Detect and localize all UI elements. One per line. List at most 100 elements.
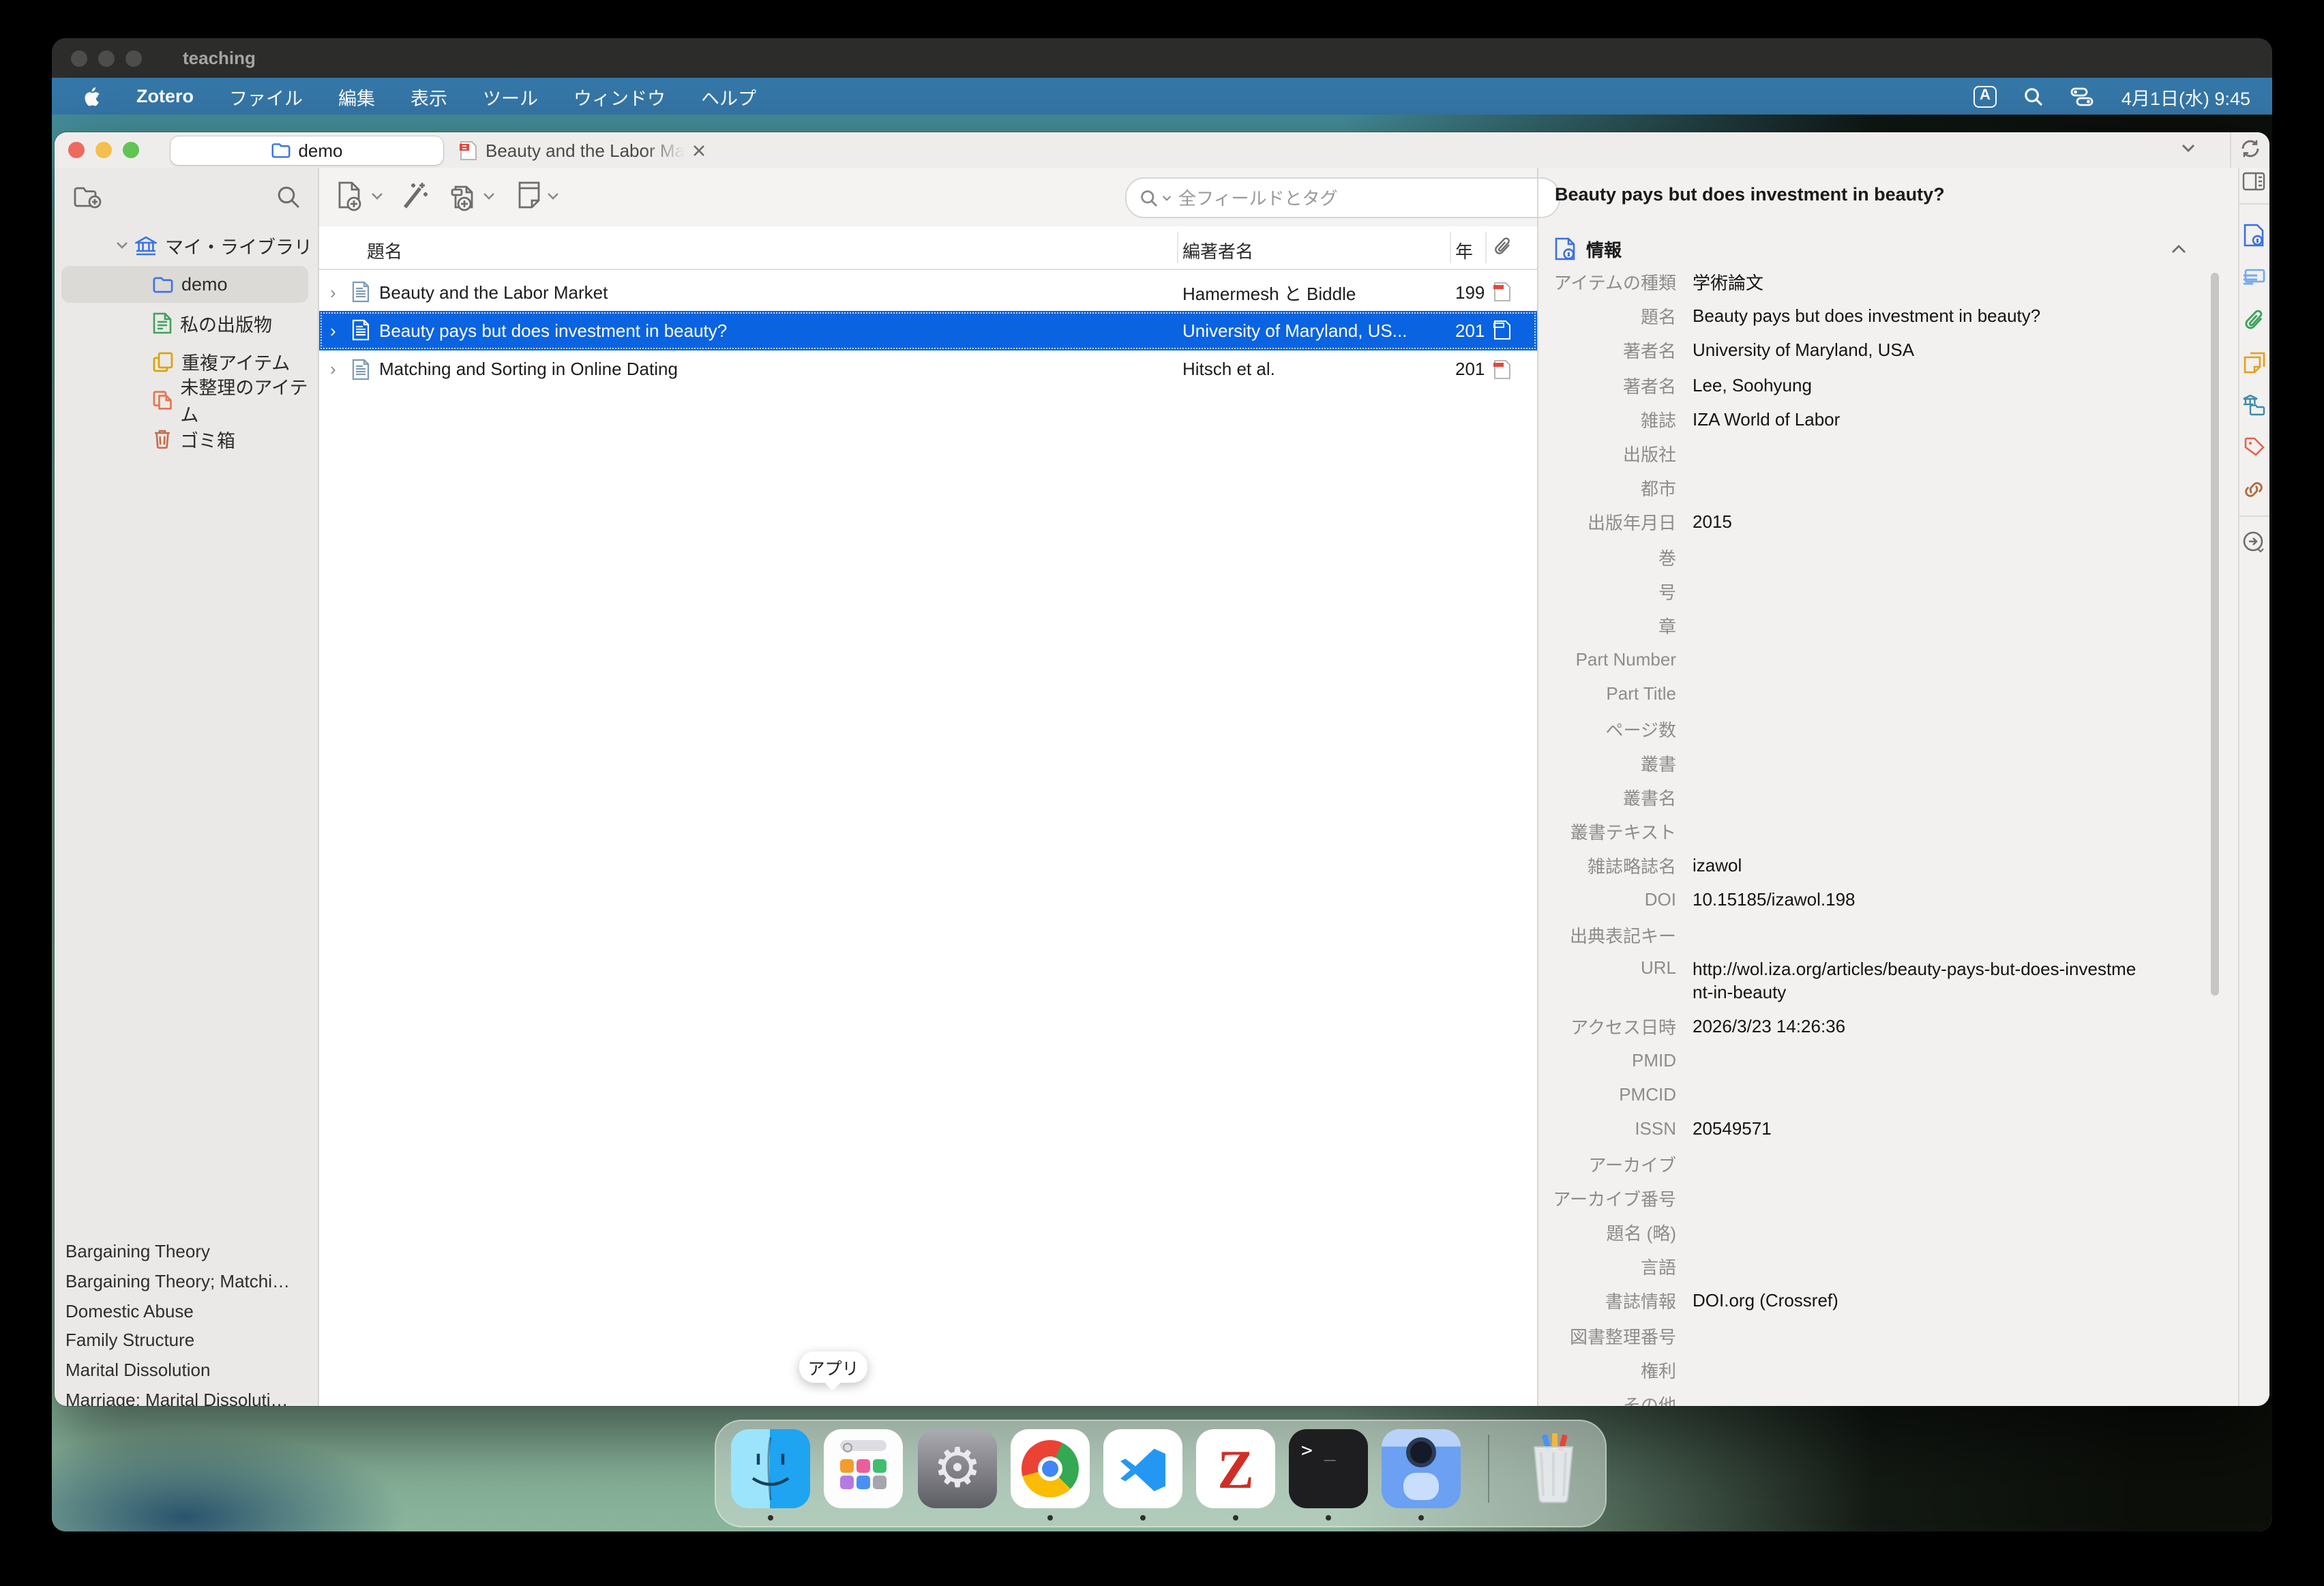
field-row[interactable]: 言語 xyxy=(1538,1249,2204,1283)
input-source-indicator[interactable]: A xyxy=(1973,85,1997,107)
control-center-icon[interactable] xyxy=(2071,87,2094,106)
tag-item[interactable]: Marital Dissolution xyxy=(65,1356,311,1385)
rail-related-icon[interactable] xyxy=(2238,473,2269,506)
tag-item[interactable]: Bargaining Theory xyxy=(65,1237,311,1266)
close-button[interactable] xyxy=(68,142,85,158)
field-row[interactable]: 著者名University of Maryland, USA xyxy=(1538,333,2204,368)
menu-view[interactable]: 表示 xyxy=(411,83,447,110)
field-row[interactable]: 権利 xyxy=(1538,1352,2204,1386)
field-row[interactable]: 出典表記キー xyxy=(1538,917,2204,951)
expand-chevron-icon[interactable]: › xyxy=(330,320,336,341)
rail-locate-icon[interactable] xyxy=(2238,525,2269,558)
menu-app-zotero[interactable]: Zotero xyxy=(136,86,194,106)
item-row-selected[interactable]: › Beauty pays but does investment in bea… xyxy=(319,312,1537,350)
column-creator[interactable]: 編著者名 xyxy=(1182,237,1253,263)
info-section-header[interactable]: 情報 xyxy=(1538,230,2238,266)
add-attachment-chevron[interactable] xyxy=(481,187,495,206)
dock-trash-icon[interactable] xyxy=(1514,1429,1593,1508)
field-row[interactable]: アーカイブ xyxy=(1538,1146,2204,1180)
dock-zotero-icon[interactable]: Z xyxy=(1196,1429,1275,1508)
field-row[interactable]: 出版社 xyxy=(1538,436,2204,470)
zoom-button[interactable] xyxy=(123,142,139,158)
column-divider[interactable] xyxy=(1485,232,1487,263)
field-row[interactable]: 出版年月日2015 xyxy=(1538,505,2204,539)
rail-attachments-icon[interactable] xyxy=(2238,303,2269,335)
field-row[interactable]: 雑誌IZA World of Labor xyxy=(1538,402,2204,436)
sidebar-item-my-publications[interactable]: 私の出版物 xyxy=(55,303,318,342)
dock-terminal-icon[interactable]: > _ xyxy=(1289,1429,1368,1508)
menu-window[interactable]: ウィンドウ xyxy=(573,83,666,110)
dock-system-settings-icon[interactable]: ⚙ xyxy=(918,1429,997,1508)
column-year[interactable]: 年 xyxy=(1455,237,1473,263)
sidebar-item-unfiled-items[interactable]: 未整理のアイテム xyxy=(55,380,318,419)
column-attachment-paperclip-icon[interactable] xyxy=(1493,236,1513,256)
field-row[interactable]: 雑誌略誌名izawol xyxy=(1538,848,2204,882)
collapse-chevron-icon[interactable] xyxy=(2171,243,2186,253)
column-title[interactable]: 題名 xyxy=(367,237,402,263)
dock-finder-icon[interactable] xyxy=(731,1429,810,1508)
panel-toggle-icon[interactable] xyxy=(2238,165,2269,198)
tab-library[interactable]: demo xyxy=(170,136,443,164)
inactive-close-button[interactable] xyxy=(71,50,87,66)
apple-menu-icon[interactable] xyxy=(82,85,101,107)
menu-help[interactable]: ヘルプ xyxy=(701,83,756,110)
field-row[interactable]: アーカイブ番号 xyxy=(1538,1180,2204,1214)
items-search-field[interactable] xyxy=(1125,177,1560,218)
field-row[interactable]: Part Number xyxy=(1538,642,2204,676)
sync-button[interactable] xyxy=(2239,138,2261,160)
column-divider[interactable] xyxy=(1450,232,1451,263)
column-divider[interactable] xyxy=(1177,232,1178,263)
dock-screen-recorder-icon[interactable] xyxy=(1382,1429,1461,1508)
field-row[interactable]: その他 xyxy=(1538,1387,2204,1406)
field-row[interactable]: 叢書名 xyxy=(1538,780,2204,814)
field-row[interactable]: 図書整理番号 xyxy=(1538,1318,2204,1352)
field-row-url[interactable]: URLhttp://wol.iza.org/articles/beauty-pa… xyxy=(1538,952,2204,1009)
tag-item[interactable]: Domestic Abuse xyxy=(65,1296,311,1326)
field-row[interactable]: DOI10.15185/izawol.198 xyxy=(1538,883,2204,917)
inactive-minimize-button[interactable] xyxy=(98,50,115,66)
rail-tags-icon[interactable] xyxy=(2238,431,2269,464)
tag-item[interactable]: Bargaining Theory; Matchi… xyxy=(65,1266,311,1296)
tab-close-icon[interactable] xyxy=(693,144,705,156)
menu-file[interactable]: ファイル xyxy=(229,83,303,110)
new-item-button[interactable] xyxy=(334,175,367,218)
details-scrollbar[interactable] xyxy=(2211,273,2219,996)
dock-chrome-icon[interactable] xyxy=(1011,1429,1090,1508)
field-row[interactable]: 書誌情報DOI.org (Crossref) xyxy=(1538,1284,2204,1318)
expand-chevron-icon[interactable]: › xyxy=(330,359,336,379)
field-row[interactable]: 著者名Lee, Soohyung xyxy=(1538,368,2204,402)
field-row[interactable]: 叢書テキスト xyxy=(1538,814,2204,848)
tag-item[interactable]: Marriage; Marital Dissoluti… xyxy=(65,1385,311,1406)
rail-abstract-icon[interactable] xyxy=(2238,260,2269,293)
new-item-chevron[interactable] xyxy=(370,187,383,206)
new-note-chevron[interactable] xyxy=(546,187,559,206)
minimize-button[interactable] xyxy=(95,142,112,158)
inactive-zoom-button[interactable] xyxy=(125,50,142,66)
menu-tools[interactable]: ツール xyxy=(483,83,538,110)
item-row[interactable]: › Beauty and the Labor Market Hamermesh … xyxy=(319,273,1537,312)
new-collection-button[interactable] xyxy=(71,179,106,214)
field-row[interactable]: 号 xyxy=(1538,573,2204,608)
sidebar-item-my-library[interactable]: マイ・ライブラリ xyxy=(55,226,318,265)
sidebar-item-demo[interactable]: demo xyxy=(55,265,318,304)
field-row[interactable]: アクセス日時2026/3/23 14:26:36 xyxy=(1538,1009,2204,1043)
field-row[interactable]: 巻 xyxy=(1538,539,2204,573)
field-row[interactable]: Part Title xyxy=(1538,677,2204,711)
rail-notes-icon[interactable] xyxy=(2238,346,2269,379)
field-row[interactable]: 題名Beauty pays but does investment in bea… xyxy=(1538,299,2204,333)
field-row[interactable]: アイテムの種類学術論文 xyxy=(1538,265,2204,299)
menu-edit[interactable]: 編集 xyxy=(338,83,375,110)
add-attachment-button[interactable] xyxy=(447,175,480,218)
item-row[interactable]: › Matching and Sorting in Online Dating … xyxy=(319,350,1537,389)
field-row[interactable]: PMID xyxy=(1538,1043,2204,1077)
field-row[interactable]: 章 xyxy=(1538,608,2204,642)
field-row[interactable]: 都市 xyxy=(1538,470,2204,505)
sidebar-item-trash[interactable]: ゴミ箱 xyxy=(55,419,318,458)
menu-clock[interactable]: 4月1日(水) 9:45 xyxy=(2121,83,2250,110)
field-row[interactable]: ISSN20549571 xyxy=(1538,1112,2204,1146)
add-by-identifier-wand-icon[interactable] xyxy=(398,175,431,218)
new-note-button[interactable] xyxy=(513,175,546,218)
rail-libraries-collections-icon[interactable] xyxy=(2238,389,2269,421)
dock-vscode-icon[interactable] xyxy=(1103,1429,1182,1508)
field-row[interactable]: ページ数 xyxy=(1538,711,2204,745)
